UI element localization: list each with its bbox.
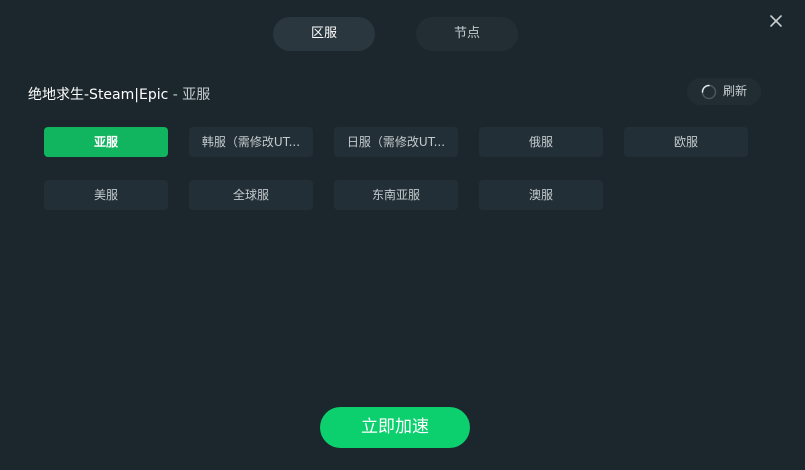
tab-bar: 区服 节点 (0, 17, 805, 51)
server-option-japan[interactable]: 日服（需修改UT... (334, 127, 458, 157)
server-option-russia[interactable]: 俄服 (479, 127, 603, 157)
tab-region[interactable]: 区服 (273, 17, 375, 51)
current-region: 亚服 (182, 87, 211, 103)
server-option-korea[interactable]: 韩服（需修改UT... (189, 127, 313, 157)
tab-node[interactable]: 节点 (416, 17, 518, 51)
server-select-dialog: 区服 节点 绝地求生-Steam|Epic - 亚服 刷新 亚服 韩服（需修改U… (0, 0, 805, 470)
accelerate-button[interactable]: 立即加速 (320, 407, 470, 448)
server-option-europe[interactable]: 欧服 (624, 127, 748, 157)
server-option-southeast-asia[interactable]: 东南亚服 (334, 180, 458, 210)
spinner-icon (701, 84, 717, 100)
game-name: 绝地求生-Steam|Epic (28, 87, 169, 103)
server-option-global[interactable]: 全球服 (189, 180, 313, 210)
title-separator: - (168, 87, 183, 103)
refresh-button[interactable]: 刷新 (687, 78, 761, 105)
refresh-label: 刷新 (723, 84, 748, 98)
game-title: 绝地求生-Steam|Epic - 亚服 (28, 84, 210, 104)
server-option-australia[interactable]: 澳服 (479, 180, 603, 210)
server-option-america[interactable]: 美服 (44, 180, 168, 210)
server-option-asia[interactable]: 亚服 (44, 127, 168, 157)
